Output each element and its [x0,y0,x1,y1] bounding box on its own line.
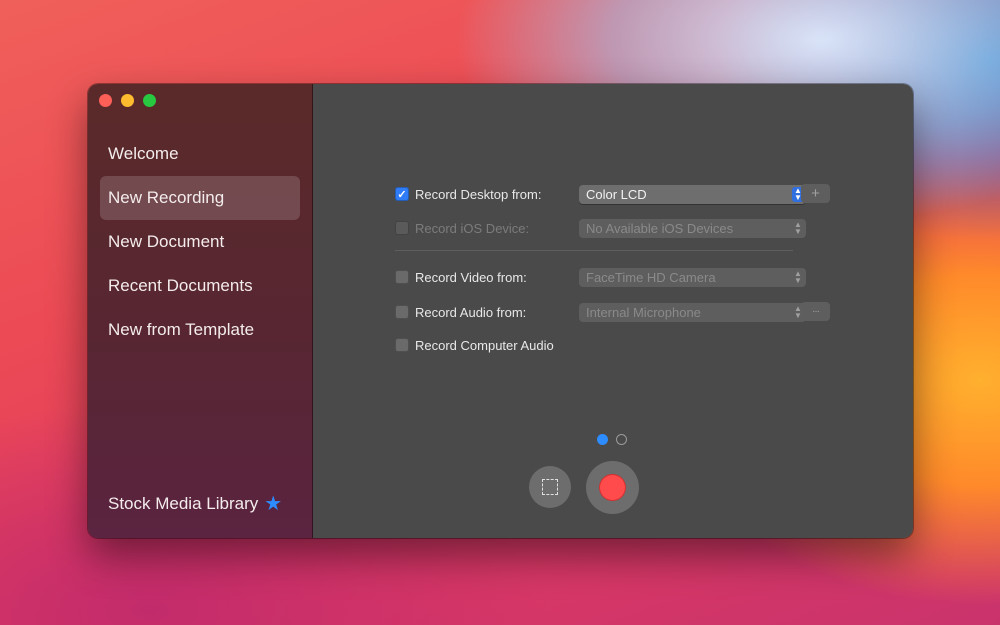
record-computer-audio-row: Record Computer Audio [395,335,554,355]
stock-media-library-label: Stock Media Library [108,494,259,513]
record-audio-checkbox[interactable] [395,305,409,319]
chevron-updown-icon: ▲ ▼ [794,220,802,236]
page-indicator [597,434,627,445]
record-ios-row: Record iOS Device: No Available iOS Devi… [395,218,806,238]
record-video-checkbox[interactable] [395,270,409,284]
video-source-select[interactable]: FaceTime HD Camera ▲ ▼ [579,267,806,287]
audio-source-select[interactable]: Internal Microphone ▲ ▼ [579,302,806,322]
video-source-value: FaceTime HD Camera [586,269,716,285]
record-desktop-row: ✓ Record Desktop from: Color LCD ▲ ▼ [395,184,806,204]
record-audio-label: Record Audio from: [415,304,527,320]
minimize-window-button[interactable] [121,94,134,107]
ios-device-value: No Available iOS Devices [586,220,734,236]
record-audio-row: Record Audio from: Internal Microphone ▲… [395,302,806,322]
sidebar-item-new-from-template[interactable]: New from Template [100,308,300,352]
record-video-row: Record Video from: FaceTime HD Camera ▲ ▼ [395,267,806,287]
page-dot-1[interactable] [597,434,608,445]
audio-source-value: Internal Microphone [586,304,701,320]
page-dot-2[interactable] [616,434,627,445]
sidebar-item-welcome[interactable]: Welcome [100,132,300,176]
record-ios-label: Record iOS Device: [415,220,530,236]
add-display-button[interactable]: + [801,184,830,203]
plus-icon: + [811,185,820,202]
sidebar-item-recent-documents[interactable]: Recent Documents [100,264,300,308]
sidebar-item-new-recording[interactable]: New Recording [100,176,300,220]
dashed-selection-icon [542,479,558,495]
chevron-updown-icon: ▲ ▼ [794,269,802,285]
record-button[interactable] [586,461,639,514]
close-window-button[interactable] [99,94,112,107]
sidebar-item-new-document[interactable]: New Document [100,220,300,264]
record-desktop-label: Record Desktop from: [415,186,542,202]
record-dot-icon [599,474,626,501]
app-window: Welcome New Recording New Document Recen… [88,84,913,538]
record-computer-audio-label: Record Computer Audio [415,337,554,353]
desktop-source-value: Color LCD [586,186,647,202]
record-desktop-checkbox[interactable]: ✓ [395,187,409,201]
record-ios-checkbox[interactable] [395,221,409,235]
record-video-label: Record Video from: [415,269,527,285]
sidebar: Welcome New Recording New Document Recen… [88,84,313,538]
ios-device-select[interactable]: No Available iOS Devices ▲ ▼ [579,218,806,238]
window-controls [99,94,156,107]
sidebar-nav: Welcome New Recording New Document Recen… [88,132,312,352]
ellipsis-icon: ··· [812,306,820,317]
select-area-button[interactable] [529,466,571,508]
star-icon: ★ [264,493,283,515]
desktop-source-select[interactable]: Color LCD ▲ ▼ [579,184,806,204]
audio-options-button[interactable]: ··· [801,302,830,321]
record-computer-audio-checkbox[interactable] [395,338,409,352]
recording-panel: ✓ Record Desktop from: Color LCD ▲ ▼ + Re… [313,84,913,538]
zoom-window-button[interactable] [143,94,156,107]
stock-media-library-link[interactable]: Stock Media Library ★ [108,494,282,514]
section-divider [395,250,793,251]
